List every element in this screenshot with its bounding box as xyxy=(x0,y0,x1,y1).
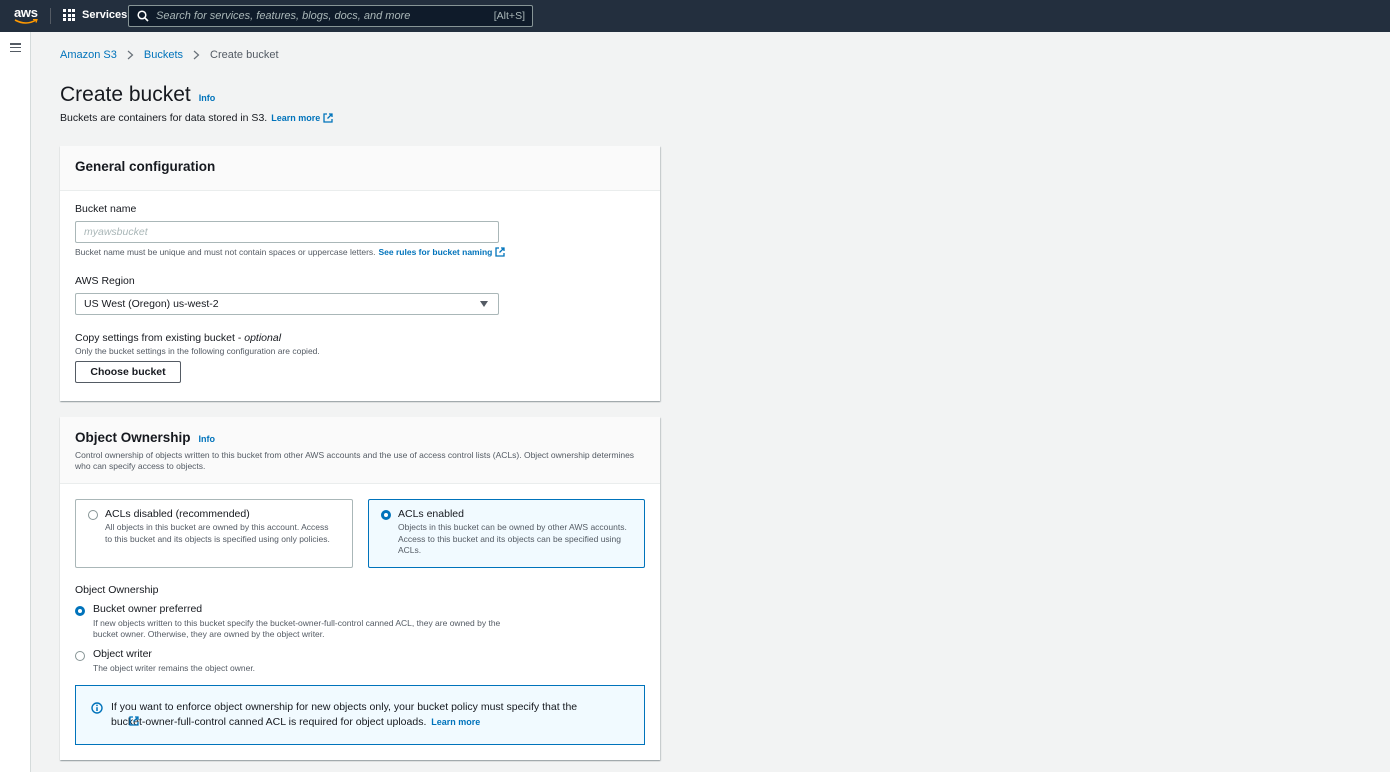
copy-settings-label: Copy settings from existing bucket - opt… xyxy=(75,332,281,344)
grid-icon xyxy=(63,9,75,21)
global-search[interactable]: [Alt+S] xyxy=(128,5,533,27)
aws-region-value: US West (Oregon) us-west-2 xyxy=(84,298,219,310)
breadcrumb: Amazon S3 Buckets Create bucket xyxy=(60,49,279,61)
bucket-naming-rules-link[interactable]: See rules for bucket naming xyxy=(379,247,506,257)
panel-header: General configuration xyxy=(60,146,660,191)
side-rail xyxy=(0,32,31,772)
services-label: Services xyxy=(82,9,128,21)
copy-settings-text: Copy settings from existing bucket - xyxy=(75,332,245,344)
search-icon xyxy=(137,10,149,22)
breadcrumb-current: Create bucket xyxy=(210,49,279,61)
chevron-right-icon xyxy=(193,50,200,60)
aws-region-select[interactable]: US West (Oregon) us-west-2 xyxy=(75,293,499,315)
info-icon xyxy=(91,702,103,714)
breadcrumb-buckets[interactable]: Buckets xyxy=(144,49,183,61)
external-link-icon xyxy=(323,113,333,123)
alert-text-block: If you want to enforce object ownership … xyxy=(111,700,611,730)
external-link-icon xyxy=(495,247,506,257)
tile-description: Objects in this bucket can be owned by o… xyxy=(398,522,627,555)
aws-logo-text: aws xyxy=(14,5,38,20)
optional-tag: optional xyxy=(244,332,282,344)
object-ownership-panel: Object Ownership Info Control ownership … xyxy=(60,417,660,760)
tile-description: All objects in this bucket are owned by … xyxy=(105,522,330,544)
radio-button-selected[interactable] xyxy=(381,510,391,520)
panel-title-row: Object Ownership Info xyxy=(75,430,645,445)
search-input[interactable] xyxy=(156,10,476,22)
chevron-right-icon xyxy=(127,50,134,60)
option-label: Object writer xyxy=(93,648,152,660)
option-label: Bucket owner preferred xyxy=(93,603,203,615)
top-navigation: aws Services [Alt+S] xyxy=(0,0,1390,32)
bucket-name-input[interactable] xyxy=(75,221,499,243)
breadcrumb-amazon-s3[interactable]: Amazon S3 xyxy=(60,49,117,61)
choose-bucket-button[interactable]: Choose bucket xyxy=(75,361,181,383)
radio-button[interactable] xyxy=(88,510,98,520)
copy-settings-hint: Only the bucket settings in the followin… xyxy=(75,346,320,356)
panel-header: Object Ownership Info Control ownership … xyxy=(60,417,660,484)
info-link[interactable]: Info xyxy=(199,93,216,103)
page-title: Create bucket xyxy=(60,83,191,106)
learn-more-label: Learn more xyxy=(271,113,321,123)
page-title-row: Create bucket Info xyxy=(60,83,215,107)
learn-more-link[interactable]: Learn more xyxy=(271,113,333,123)
rules-link-label: See rules for bucket naming xyxy=(378,247,493,257)
option-description: The object writer remains the object own… xyxy=(93,663,256,673)
aws-logo[interactable]: aws xyxy=(14,6,38,26)
bucket-name-hint-row: Bucket name must be unique and must not … xyxy=(75,247,506,257)
aws-region-label: AWS Region xyxy=(75,275,135,287)
info-alert: If you want to enforce object ownership … xyxy=(75,685,645,745)
general-configuration-panel: General configuration Bucket name Bucket… xyxy=(60,146,660,401)
tile-title: ACLs disabled (recommended) xyxy=(105,508,250,520)
page-description: Buckets are containers for data stored i… xyxy=(60,112,268,124)
services-menu-button[interactable]: Services xyxy=(63,9,127,21)
search-shortcut-hint: [Alt+S] xyxy=(493,10,525,22)
radio-button-selected[interactable] xyxy=(75,606,85,616)
menu-icon[interactable] xyxy=(10,43,21,53)
nav-divider xyxy=(50,8,51,24)
page-description-row: Buckets are containers for data stored i… xyxy=(60,112,333,124)
bucket-name-hint: Bucket name must be unique and must not … xyxy=(75,247,376,257)
tile-title: ACLs enabled xyxy=(398,508,464,520)
bucket-name-label: Bucket name xyxy=(75,203,137,215)
acls-disabled-tile[interactable]: ACLs disabled (recommended) All objects … xyxy=(75,499,353,568)
object-ownership-sublabel: Object Ownership xyxy=(75,584,159,596)
acls-enabled-tile[interactable]: ACLs enabled Objects in this bucket can … xyxy=(368,499,645,568)
alert-message: If you want to enforce object ownership … xyxy=(111,701,578,728)
panel-description: Control ownership of objects written to … xyxy=(75,450,635,471)
learn-more-link[interactable]: Learn more xyxy=(129,715,481,730)
external-link-icon xyxy=(129,716,139,726)
option-description: If new objects written to this bucket sp… xyxy=(93,618,501,639)
learn-more-label: Learn more xyxy=(431,717,481,727)
panel-title: Object Ownership xyxy=(75,430,191,445)
radio-button[interactable] xyxy=(75,651,85,661)
info-link[interactable]: Info xyxy=(199,434,216,444)
caret-down-icon xyxy=(480,301,488,307)
panel-title: General configuration xyxy=(75,159,216,174)
